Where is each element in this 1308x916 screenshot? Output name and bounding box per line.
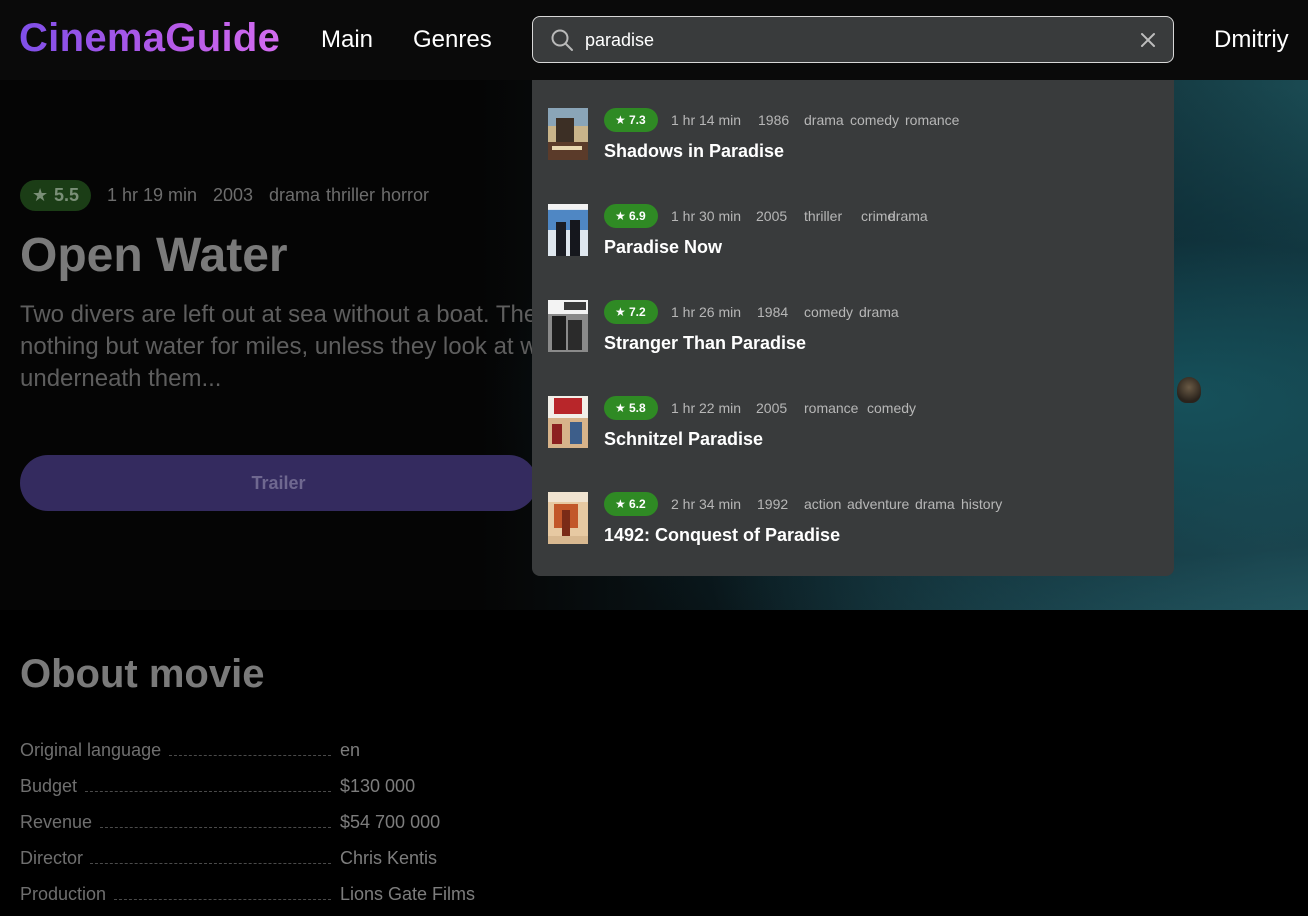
search-box[interactable]	[532, 16, 1174, 63]
search-result-item[interactable]: ★ 5.8 1 hr 22 min 2005 romance comedy Sc…	[532, 396, 1174, 492]
about-key: Director	[20, 848, 84, 868]
about-key: Budget	[20, 776, 78, 796]
result-genre: comedy	[867, 400, 917, 416]
dotted-leader	[85, 791, 331, 792]
rating-badge: ★ 7.2	[604, 300, 658, 324]
hero-genre: horror	[381, 185, 430, 205]
search-result-item[interactable]: ★ 6.2 2 hr 34 min 1992 action adventure …	[532, 492, 1174, 588]
result-genre: drama	[888, 208, 928, 224]
dotted-leader	[169, 755, 331, 756]
about-value: $54 700 000	[340, 812, 441, 832]
result-duration: 1 hr 26 min	[671, 304, 742, 320]
result-year: 2005	[756, 208, 788, 224]
result-title: Stranger Than Paradise	[604, 333, 807, 353]
star-icon: ★	[32, 185, 49, 205]
nav-genres[interactable]: Genres	[413, 26, 492, 54]
rating-badge: ★ 7.3	[604, 108, 658, 132]
dotted-leader	[114, 899, 331, 900]
result-genre: comedy	[804, 304, 854, 320]
backdrop-figure	[1177, 377, 1201, 403]
header: CinemaGuide Main Genres Dmitriy	[0, 0, 1308, 80]
trailer-button[interactable]: Trailer	[20, 455, 537, 511]
about-key: Production	[20, 884, 107, 904]
close-icon[interactable]	[1137, 29, 1159, 51]
result-year: 1992	[757, 496, 789, 512]
about-row: Director Chris Kentis	[20, 848, 580, 872]
hero-year: 2003	[213, 185, 254, 205]
rating-badge: ★ 5.5	[20, 180, 91, 211]
hero-genre: thriller	[326, 185, 376, 205]
star-icon: ★	[615, 113, 626, 127]
dotted-leader	[90, 863, 331, 864]
star-icon: ★	[615, 209, 626, 223]
dotted-leader	[100, 827, 331, 828]
search-result-item[interactable]: ★ 7.3 1 hr 14 min 1986 drama comedy roma…	[532, 108, 1174, 204]
movie-poster	[548, 492, 588, 544]
result-duration: 1 hr 30 min	[671, 208, 742, 224]
result-genre: drama	[915, 496, 955, 512]
about-value: Chris Kentis	[340, 848, 438, 868]
about-row: Original language en	[20, 740, 580, 764]
about-value: $130 000	[340, 776, 416, 796]
star-icon: ★	[615, 497, 626, 511]
search-input[interactable]	[585, 25, 1125, 55]
search-result-item[interactable]: ★ 7.2 1 hr 26 min 1984 comedy drama Stra…	[532, 300, 1174, 396]
result-genre: drama	[804, 112, 844, 128]
search-results-dropdown: ★ 7.3 1 hr 14 min 1986 drama comedy roma…	[532, 80, 1174, 576]
rating-badge: ★ 5.8	[604, 396, 658, 420]
result-title: Shadows in Paradise	[604, 141, 785, 161]
result-duration: 2 hr 34 min	[671, 496, 742, 512]
rating-badge: ★ 6.2	[604, 492, 658, 516]
result-year: 1984	[757, 304, 789, 320]
movie-title: Open Water	[20, 229, 288, 282]
hero-genre: drama	[269, 185, 321, 205]
result-genre: thriller	[804, 208, 843, 224]
search-result-item[interactable]: ★ 6.9 1 hr 30 min 2005 thriller crime dr…	[532, 204, 1174, 300]
about-key: Original language	[20, 740, 162, 760]
result-genre: drama	[859, 304, 899, 320]
movie-poster	[548, 204, 588, 256]
about-row: Budget $130 000	[20, 776, 580, 800]
search-icon	[551, 29, 573, 51]
result-year: 1986	[758, 112, 790, 128]
result-duration: 1 hr 14 min	[671, 112, 742, 128]
movie-poster	[548, 108, 588, 160]
about-title: Obout movie	[20, 652, 265, 696]
movie-poster	[548, 396, 588, 448]
result-title: Paradise Now	[604, 237, 723, 257]
result-title: 1492: Conquest of Paradise	[604, 525, 841, 545]
hero-duration: 1 hr 19 min	[107, 185, 198, 205]
result-title: Schnitzel Paradise	[604, 429, 764, 449]
result-year: 2005	[756, 400, 788, 416]
about-key: Revenue	[20, 812, 93, 832]
result-genre: history	[961, 496, 1003, 512]
about-row: Revenue $54 700 000	[20, 812, 580, 836]
result-genre: romance	[905, 112, 960, 128]
logo[interactable]: CinemaGuide	[19, 16, 280, 61]
result-genre: romance	[804, 400, 859, 416]
result-duration: 1 hr 22 min	[671, 400, 742, 416]
result-genre: comedy	[850, 112, 900, 128]
rating-badge: ★ 6.9	[604, 204, 658, 228]
about-value: Lions Gate Films	[340, 884, 476, 904]
star-icon: ★	[615, 305, 626, 319]
about-value: en	[340, 740, 361, 760]
movie-poster	[548, 300, 588, 352]
result-genre: action	[804, 496, 842, 512]
nav-main[interactable]: Main	[321, 26, 373, 54]
user-profile-link[interactable]: Dmitriy	[1214, 26, 1289, 54]
about-row: Production Lions Gate Films	[20, 884, 580, 908]
star-icon: ★	[615, 401, 626, 415]
result-genre: adventure	[847, 496, 910, 512]
